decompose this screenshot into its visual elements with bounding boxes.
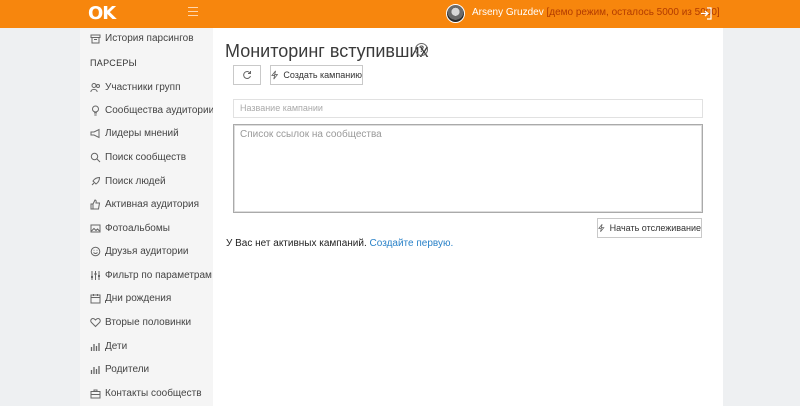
sidebar-item-community-contacts[interactable]: Контакты сообществ [90, 385, 202, 401]
sidebar-item-opinion-leaders[interactable]: Лидеры мнений [90, 125, 179, 141]
sidebar-item-label: Активная аудитория [105, 198, 200, 210]
empty-state-message: У Вас нет активных кампаний. Создайте пе… [226, 238, 453, 249]
sidebar-item-label: Поиск людей [105, 175, 166, 187]
hamburger-menu-icon[interactable] [188, 7, 198, 19]
logo[interactable]: OK [88, 4, 116, 24]
start-tracking-button[interactable]: Начать отслеживание [597, 218, 702, 238]
sidebar-item-photo-albums[interactable]: Фотоальбомы [90, 220, 170, 236]
sidebar-item-community-search[interactable]: Поиск сообществ [90, 149, 186, 165]
smile-icon [90, 246, 101, 256]
sidebar-item-label: Фильтр по параметрам [105, 269, 212, 281]
sidebar-item-parameter-filter[interactable]: Фильтр по параметрам [90, 267, 212, 283]
sidebar-item-label: Вторые половинки [105, 316, 192, 328]
sidebar-item-group-members[interactable]: Участники групп [90, 79, 180, 95]
create-campaign-label: Создать кампанию [283, 70, 362, 80]
sidebar-item-label: Дни рождения [105, 292, 172, 304]
sidebar-item-audience-friends[interactable]: Друзья аудитории [90, 243, 189, 259]
avatar[interactable] [446, 4, 465, 23]
sidebar: История парсингов ПАРСЕРЫ Участники груп… [80, 28, 214, 406]
sidebar-item-label: Дети [105, 340, 128, 352]
search-icon [90, 152, 101, 162]
image-icon [90, 224, 101, 232]
create-campaign-button[interactable]: Создать кампанию [270, 65, 363, 85]
sidebar-item-label: Друзья аудитории [105, 245, 189, 257]
lightbulb-icon [92, 105, 99, 115]
megaphone-icon [90, 128, 100, 138]
sidebar-item-history[interactable]: История парсингов [90, 30, 194, 46]
rocket-icon [91, 176, 101, 185]
username: Arseny Gruzdev [472, 7, 544, 18]
refresh-button[interactable] [233, 65, 261, 85]
bars-icon [90, 342, 100, 351]
create-first-link[interactable]: Создайте первую. [370, 238, 454, 249]
sidebar-item-birthdays[interactable]: Дни рождения [90, 290, 171, 306]
calendar-icon [90, 293, 101, 303]
sidebar-item-label: Контакты сообществ [105, 387, 202, 399]
sidebar-item-children[interactable]: Дети [90, 338, 127, 354]
sliders-icon [91, 270, 100, 280]
sidebar-item-label: Лидеры мнений [105, 127, 179, 139]
sidebar-item-label: Фотоальбомы [105, 222, 170, 234]
thumbs-up-icon [90, 198, 101, 209]
sidebar-item-label: Участники групп [105, 81, 181, 93]
section-title: ПАРСЕРЫ [90, 58, 137, 68]
sidebar-item-partners[interactable]: Вторые половинки [90, 314, 191, 330]
sidebar-item-label: Сообщества аудитории [105, 104, 215, 116]
sidebar-item-active-audience[interactable]: Активная аудитория [90, 196, 199, 212]
user-info[interactable]: Arseny Gruzdev [демо режим, осталось 500… [472, 7, 720, 18]
sidebar-item-label: Поиск сообществ [105, 151, 187, 163]
help-icon[interactable]: ? [415, 43, 428, 56]
sidebar-item-parents[interactable]: Родители [90, 361, 149, 377]
campaign-name-input[interactable]: Название кампании [233, 99, 703, 118]
top-bar: OK Arseny Gruzdev [демо режим, осталось … [0, 0, 800, 28]
empty-state-text: У Вас нет активных кампаний. [226, 238, 367, 249]
demo-mode-badge: [демо режим, осталось 5000 из 5000] [546, 7, 720, 18]
page-title: Мониторинг вступивших [225, 41, 429, 61]
bars-icon [90, 365, 100, 374]
sidebar-item-label: Родители [105, 363, 150, 375]
sidebar-item-label: История парсингов [105, 32, 194, 44]
community-links-textarea[interactable]: Список ссылок на сообщества [233, 124, 703, 213]
logout-icon[interactable] [700, 7, 712, 20]
bolt-icon [271, 70, 279, 80]
start-tracking-label: Начать отслеживание [609, 223, 701, 233]
sidebar-item-people-search[interactable]: Поиск людей [90, 173, 166, 189]
briefcase-icon [90, 389, 101, 398]
main-content: Мониторинг вступивших ? Создать кампанию… [213, 28, 723, 406]
heart-icon [90, 317, 101, 327]
users-icon [90, 82, 100, 92]
sidebar-item-audience-communities[interactable]: Сообщества аудитории [90, 102, 214, 118]
archive-icon [90, 34, 101, 43]
bolt-icon [598, 224, 605, 232]
refresh-icon [243, 71, 251, 80]
